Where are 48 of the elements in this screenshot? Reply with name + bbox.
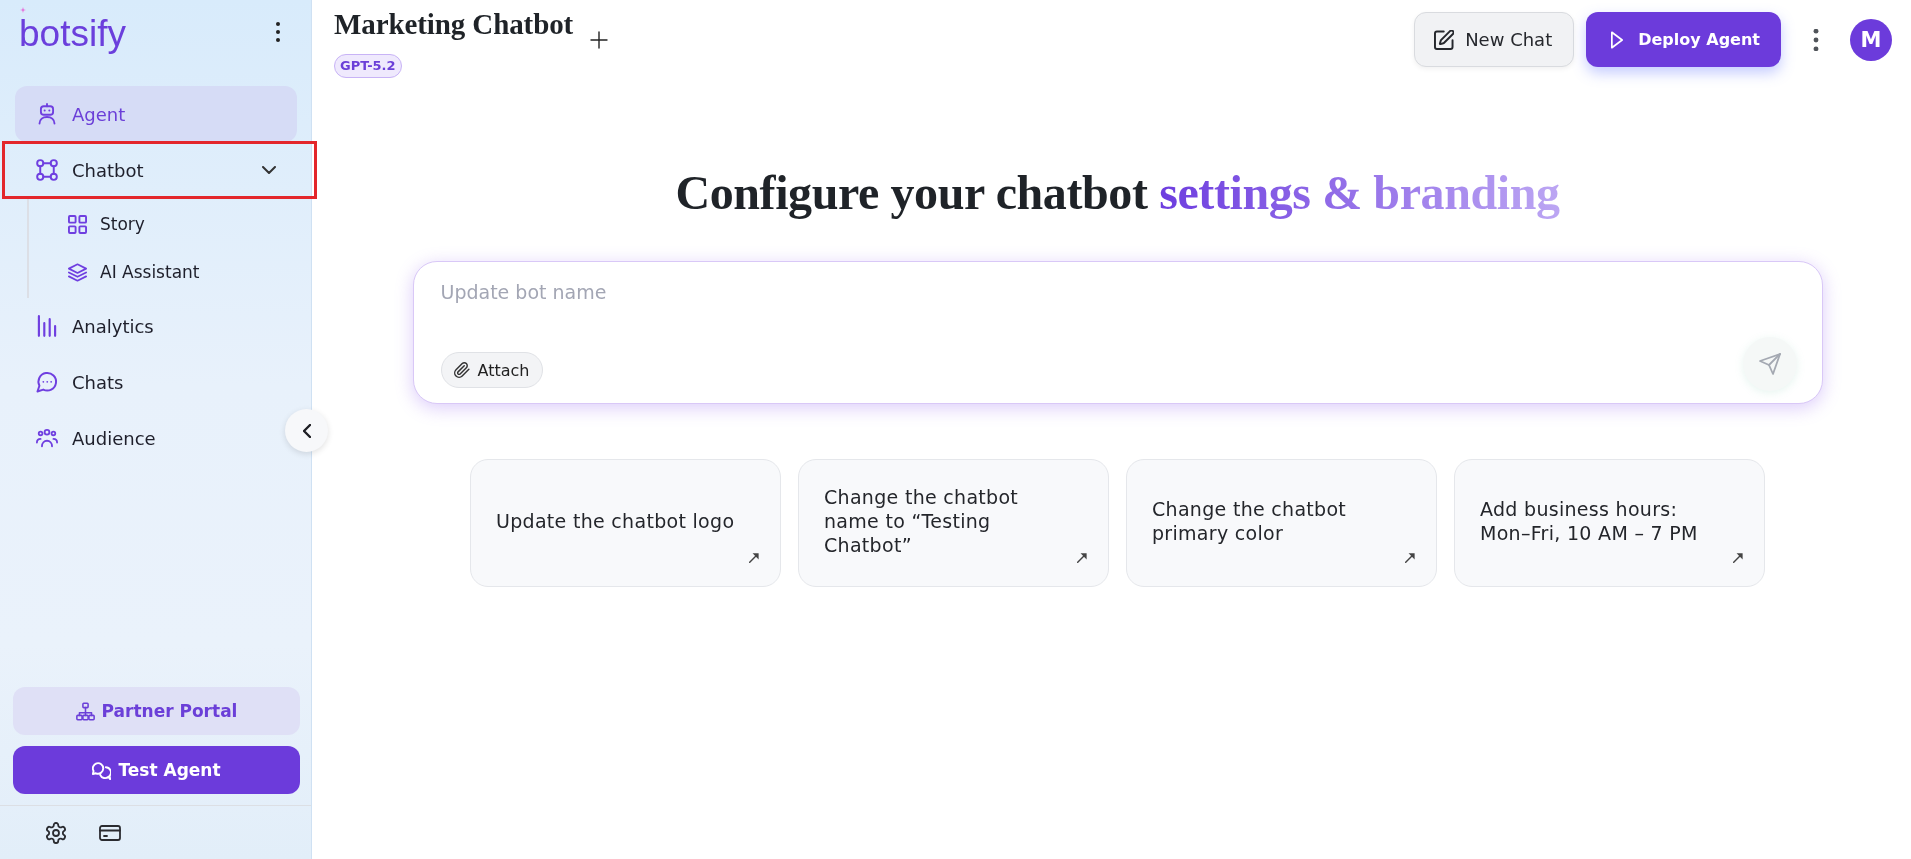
more-icon[interactable] <box>1813 28 1819 51</box>
play-icon <box>1611 30 1624 49</box>
chevron-down-icon[interactable] <box>262 166 276 174</box>
hierarchy-icon <box>75 701 95 721</box>
chevron-left-icon <box>302 423 311 438</box>
robot-icon <box>36 103 58 125</box>
page-heading: Configure your chatbot settings & branding <box>675 165 1560 221</box>
nav-item[interactable]: Agent <box>15 86 297 142</box>
nav-item[interactable]: Audience <box>15 410 281 466</box>
test-agent-button[interactable]: Test Agent <box>13 746 300 794</box>
chat-bubbles-icon <box>92 760 112 780</box>
arrow-up-right-icon <box>1405 553 1415 563</box>
chat-bubble-icon <box>36 371 58 393</box>
connected-nodes-icon <box>36 159 58 181</box>
layers-icon <box>68 262 87 282</box>
bar-chart-icon <box>36 315 58 337</box>
sparkle-icon <box>20 7 26 13</box>
attach-button[interactable]: Attach <box>440 352 544 388</box>
send-icon <box>1758 353 1781 375</box>
arrow-up-right-icon <box>1733 553 1743 563</box>
suggestion-card[interactable]: Change the chatbot primary color <box>1126 459 1437 587</box>
logo-text: botsify <box>19 13 126 55</box>
chat-title: Marketing Chatbot <box>334 7 574 41</box>
paperclip-icon <box>453 362 470 378</box>
suggestion-card[interactable]: Update the chatbot logo <box>470 459 781 587</box>
deploy-agent-button[interactable]: Deploy Agent <box>1586 12 1781 67</box>
more-icon[interactable] <box>275 22 281 42</box>
nav-item[interactable]: Analytics <box>15 298 281 354</box>
edit-icon <box>1434 29 1455 50</box>
nav-subitem[interactable]: AI Assistant <box>29 248 297 296</box>
nav-item[interactable]: Chats <box>15 354 281 410</box>
settings-icon[interactable] <box>45 821 67 844</box>
arrow-up-right-icon <box>749 553 759 563</box>
plus-icon[interactable] <box>590 31 609 49</box>
suggestion-card[interactable]: Change the chatbot name to “Testing Chatbot” <box>798 459 1109 587</box>
nav-subitem[interactable]: Story <box>29 200 297 248</box>
users-icon <box>36 427 58 449</box>
message-input[interactable]: Update bot name <box>440 279 1797 337</box>
arrow-up-right-icon <box>1077 553 1087 563</box>
suggestion-card[interactable]: Add business hours: Mon–Fri, 10 AM – 7 PM <box>1454 459 1765 587</box>
new-chat-button[interactable]: New Chat <box>1414 12 1575 67</box>
nav-item[interactable]: Chatbot <box>15 142 281 198</box>
partner-portal-button[interactable]: Partner Portal <box>13 687 300 735</box>
collapse-button[interactable] <box>285 409 328 452</box>
composer-box[interactable]: Update bot name Attach <box>412 261 1823 404</box>
model-badge: GPT-5.2 <box>334 54 402 78</box>
grid-icon <box>68 214 87 234</box>
user-avatar[interactable]: M <box>1850 18 1892 61</box>
